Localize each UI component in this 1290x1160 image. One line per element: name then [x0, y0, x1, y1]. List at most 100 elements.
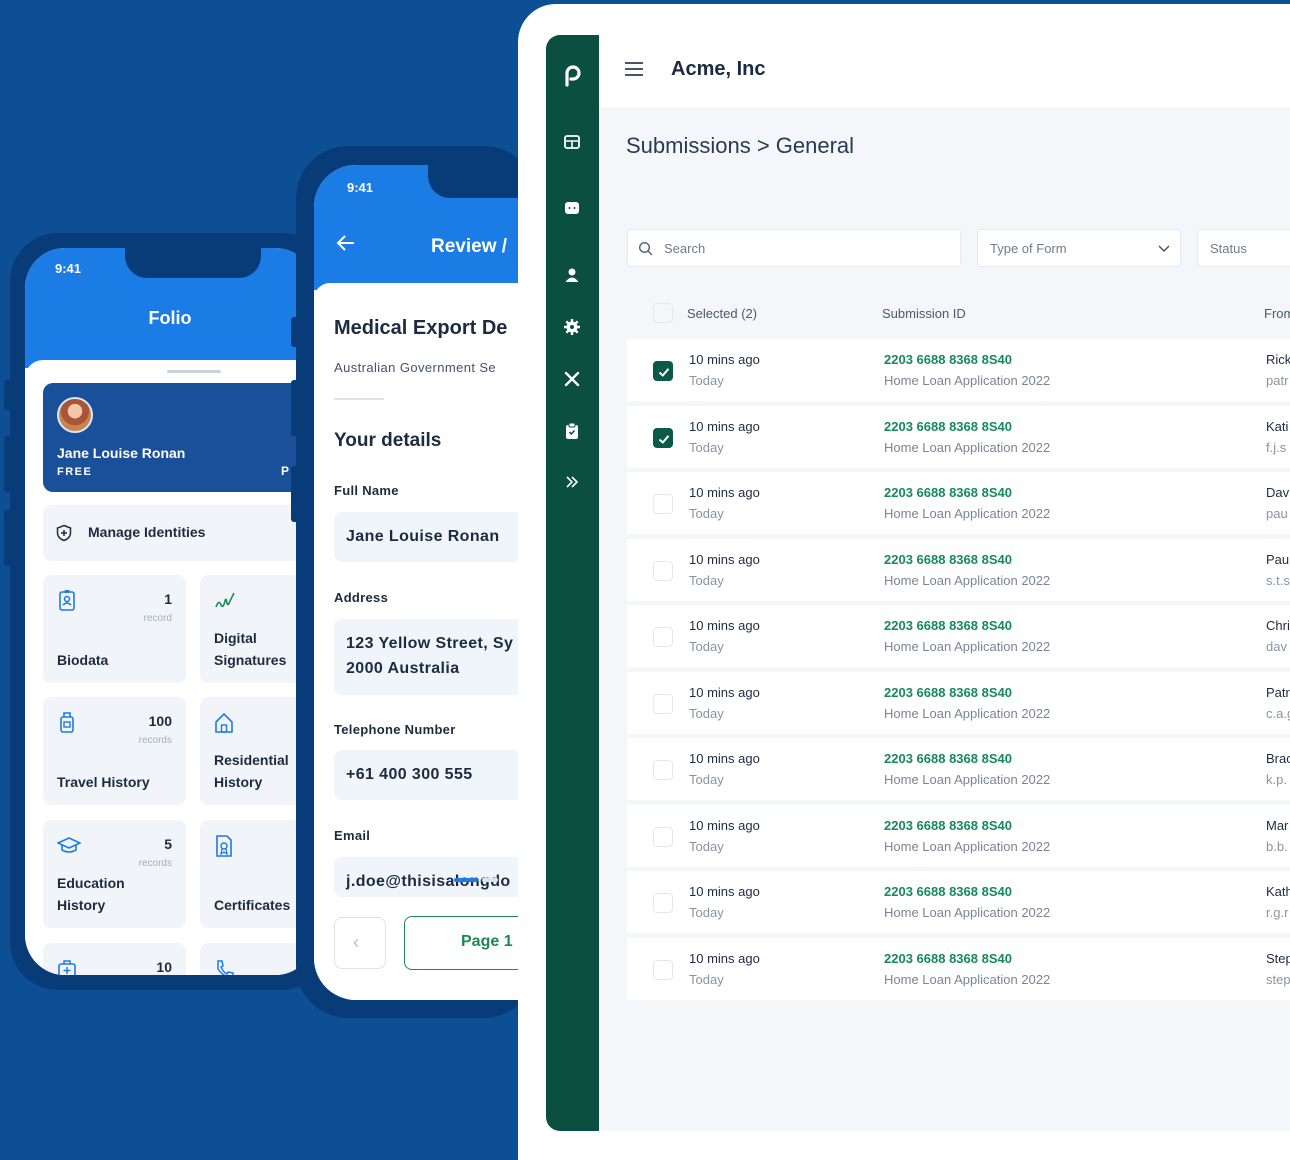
graduation-cap-icon: [57, 837, 81, 853]
tile-biodata[interactable]: 1 record Biodata: [43, 575, 186, 683]
expand-sidebar-icon[interactable]: [562, 472, 582, 492]
from-email: c.a.g: [1266, 705, 1290, 721]
tile-unit: record: [143, 613, 172, 624]
row-checkbox[interactable]: [653, 760, 673, 780]
divider: [334, 398, 384, 400]
logo-icon[interactable]: [560, 59, 584, 87]
checkmark-icon: [658, 434, 670, 444]
tile-label: Digital Signatures: [214, 630, 287, 668]
clipboard-icon[interactable]: [562, 421, 582, 441]
row-checkbox[interactable]: [653, 826, 673, 847]
dashboard-icon[interactable]: [562, 132, 582, 152]
submitted-time: 10 mins ago: [689, 352, 760, 367]
telephone-field[interactable]: +61 400 300 555: [334, 750, 536, 800]
manage-identities-button[interactable]: Manage Identities: [43, 505, 313, 561]
select-all-checkbox[interactable]: [653, 303, 673, 323]
row-checkbox[interactable]: [653, 361, 673, 381]
submitted-time: 10 mins ago: [689, 418, 760, 434]
tile-medical[interactable]: 10: [43, 943, 186, 975]
hamburger-menu-icon[interactable]: [625, 61, 643, 77]
form-name: Home Loan Application 2022: [884, 971, 1051, 987]
submission-id-link[interactable]: 2203 6688 8368 8S40: [884, 618, 1012, 633]
previous-page-button[interactable]: ‹: [334, 917, 386, 969]
submitted-time: 10 mins ago: [689, 751, 760, 766]
table-row[interactable]: 10 mins ago Today 2203 6688 8368 8S40 Home …: [627, 871, 1290, 933]
certificate-icon: [216, 835, 232, 857]
sidebar: [546, 35, 599, 1131]
form-title: Medical Export De: [334, 317, 508, 339]
email-label: Email: [334, 828, 371, 843]
table-row[interactable]: 10 mins ago Today 2203 6688 8368 8S40 Home …: [627, 472, 1290, 534]
from-email: step: [1266, 971, 1290, 987]
address-field[interactable]: 123 Yellow Street, Sy 2000 Australia: [334, 619, 536, 695]
tile-travel-history[interactable]: 100 records Travel History: [43, 697, 186, 805]
table-row[interactable]: 10 mins ago Today 2203 6688 8368 8S40 Home …: [627, 405, 1290, 468]
table-row[interactable]: 10 mins ago Today 2203 6688 8368 8S40 Home …: [627, 538, 1290, 601]
company-name: Acme, Inc: [671, 58, 766, 80]
review-header: 9:41 Review /: [314, 165, 536, 290]
table-row[interactable]: 10 mins ago Today 2203 6688 8368 8S40 Home …: [627, 605, 1290, 667]
column-from: From: [1264, 306, 1290, 321]
submission-id-link[interactable]: 2203 6688 8368 8S40: [884, 685, 1012, 700]
submitted-time: 10 mins ago: [689, 950, 760, 966]
phone-notch: [125, 248, 261, 278]
status-select[interactable]: Status: [1197, 229, 1290, 267]
row-checkbox[interactable]: [653, 959, 673, 980]
column-selected: Selected (2): [687, 306, 758, 321]
row-checkbox[interactable]: [653, 627, 673, 647]
submission-id-link[interactable]: 2203 6688 8368 8S40: [884, 951, 1012, 966]
tile-education-history[interactable]: 5 records Education History: [43, 820, 186, 928]
checkmark-icon: [658, 368, 670, 377]
page-button[interactable]: Page 1: [404, 916, 536, 970]
sheet-handle[interactable]: [167, 370, 221, 373]
folio-body: Jane Louise Ronan FREE P Manage Identiti…: [25, 360, 315, 975]
search-icon: [638, 241, 653, 256]
row-checkbox[interactable]: [653, 494, 673, 514]
profile-card[interactable]: Jane Louise Ronan FREE P: [43, 383, 313, 492]
section-title: Your details: [334, 430, 442, 451]
from-email: f.j.s: [1266, 439, 1287, 455]
table-row[interactable]: 10 mins ago Today 2203 6688 8368 8S40 Home …: [627, 804, 1290, 867]
phone-side-button: [4, 510, 12, 566]
table-row[interactable]: 10 mins ago Today 2203 6688 8368 8S40 Home …: [627, 339, 1290, 401]
row-checkbox[interactable]: [653, 560, 673, 581]
status-time: 9:41: [347, 180, 374, 195]
submission-id-link[interactable]: 2203 6688 8368 8S40: [884, 485, 1012, 500]
row-checkbox[interactable]: [653, 693, 673, 714]
phone-call-icon: [217, 960, 234, 975]
full-name-field[interactable]: Jane Louise Ronan: [334, 512, 536, 562]
submitted-time: 10 mins ago: [689, 684, 760, 700]
phone-side-button: [4, 380, 12, 410]
tile-count: 10: [156, 959, 172, 975]
row-checkbox[interactable]: [653, 427, 673, 448]
submission-id-link[interactable]: 2203 6688 8368 8S40: [884, 552, 1012, 567]
full-name-label: Full Name: [334, 483, 399, 498]
type-of-form-select[interactable]: Type of Form: [977, 229, 1181, 267]
from-email: b.b.: [1266, 838, 1288, 854]
tools-icon[interactable]: [562, 369, 582, 389]
search-placeholder: Search: [664, 241, 706, 256]
email-field[interactable]: j.doe@thisisalongdo: [334, 857, 536, 897]
table-row[interactable]: 10 mins ago Today 2203 6688 8368 8S40 Home …: [627, 738, 1290, 800]
submission-id-link[interactable]: 2203 6688 8368 8S40: [884, 751, 1012, 766]
submission-id-link[interactable]: 2203 6688 8368 8S40: [884, 352, 1012, 367]
profile-name: Jane Louise Ronan: [57, 445, 186, 461]
search-input[interactable]: Search: [627, 229, 961, 267]
submission-id-link[interactable]: 2203 6688 8368 8S40: [884, 818, 1012, 833]
table-row[interactable]: 10 mins ago Today 2203 6688 8368 8S40 Home …: [627, 937, 1290, 1000]
luggage-icon: [60, 712, 74, 733]
tile-label: Travel History: [57, 774, 150, 790]
medical-kit-icon: [58, 960, 76, 975]
submission-id-link[interactable]: 2203 6688 8368 8S40: [884, 419, 1012, 434]
user-icon[interactable]: [562, 265, 582, 285]
settings-gear-icon[interactable]: [562, 317, 582, 337]
from-email: k.p.: [1266, 772, 1287, 787]
submission-id-link[interactable]: 2203 6688 8368 8S40: [884, 884, 1012, 899]
id-badge-icon: [59, 590, 75, 611]
back-arrow-icon[interactable]: [336, 233, 356, 253]
from-name: Step: [1266, 950, 1290, 966]
messages-icon[interactable]: [562, 198, 582, 218]
review-screen: 9:41 Review / Medical Export De Australi…: [314, 165, 536, 1000]
row-checkbox[interactable]: [653, 893, 673, 913]
table-row[interactable]: 10 mins ago Today 2203 6688 8368 8S40 Home …: [627, 671, 1290, 734]
